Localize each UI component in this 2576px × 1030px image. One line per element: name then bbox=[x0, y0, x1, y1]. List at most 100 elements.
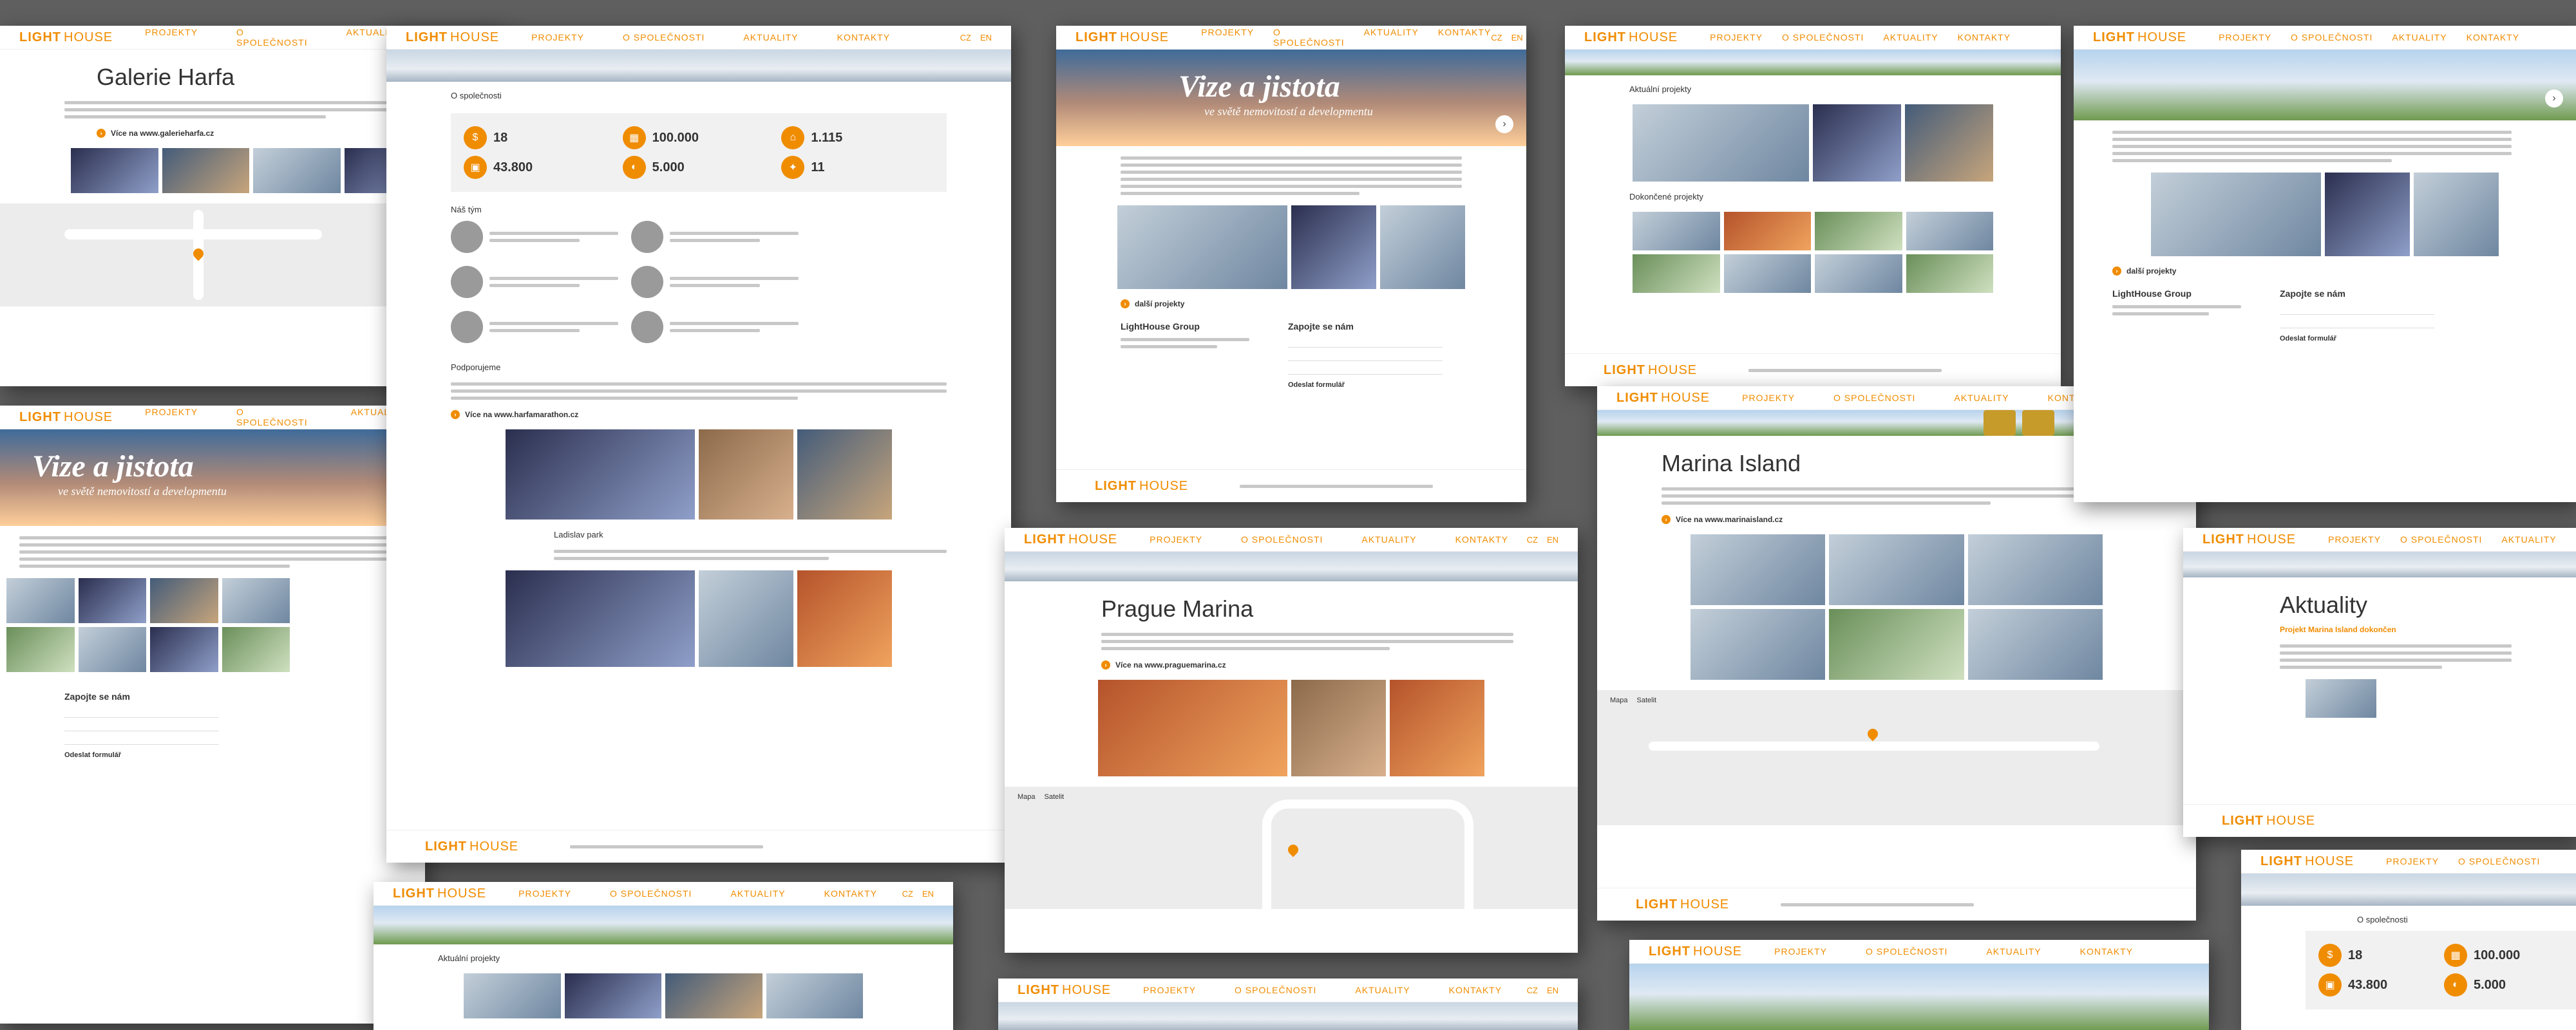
gallery-photo[interactable] bbox=[1723, 212, 1811, 250]
menu-projekty[interactable]: PROJEKTY bbox=[145, 407, 198, 427]
gallery-photo[interactable] bbox=[6, 627, 75, 672]
menu-projekty[interactable]: PROJEKTY bbox=[1742, 393, 1795, 403]
external-link[interactable]: › Více na www.harfamarathon.cz bbox=[451, 410, 914, 419]
page-card-bottom-right[interactable]: LIGHT HOUSE PROJEKTY O SPOLEČNOSTI AKTUAL… bbox=[1629, 940, 2209, 1030]
external-link[interactable]: › Více na www.praguemarina.cz bbox=[1101, 660, 1481, 670]
gallery-photo[interactable] bbox=[1633, 212, 1720, 250]
next-arrow-icon[interactable]: › bbox=[2545, 89, 2563, 108]
page-card-prague-marina[interactable]: LIGHT HOUSE PROJEKTY O SPOLEČNOSTI AKTUAL… bbox=[1005, 528, 1578, 953]
location-map[interactable]: Mapa Satelit bbox=[1005, 787, 1578, 933]
gallery-photo[interactable] bbox=[464, 973, 561, 1018]
page-card-news[interactable]: LIGHT HOUSE PROJEKTY O SPOLEČNOSTI AKTUAL… bbox=[2183, 528, 2576, 837]
gallery-photo[interactable] bbox=[2414, 173, 2499, 256]
gallery-photo[interactable] bbox=[2151, 173, 2321, 256]
menu-aktuality[interactable]: AKTUALITY bbox=[743, 32, 798, 42]
satellite-tab[interactable]: Satelit bbox=[1637, 697, 1657, 704]
gallery-photo[interactable] bbox=[1380, 205, 1465, 289]
gallery-photo[interactable] bbox=[564, 973, 661, 1018]
gallery-photo[interactable] bbox=[222, 627, 290, 672]
gallery-photo[interactable] bbox=[1815, 212, 1902, 250]
gallery-photo[interactable] bbox=[1905, 104, 1993, 182]
lang-cz[interactable]: CZ bbox=[960, 33, 971, 42]
menu-o-spolecnosti[interactable]: O SPOLEČNOSTI bbox=[610, 888, 692, 899]
satellite-tab[interactable]: Satelit bbox=[1045, 793, 1065, 801]
gallery-photo[interactable] bbox=[797, 429, 892, 520]
gallery-photo[interactable] bbox=[766, 973, 863, 1018]
menu-o-spolecnosti[interactable]: O SPOLEČNOSTI bbox=[1833, 393, 1915, 403]
gallery-photo[interactable] bbox=[665, 973, 762, 1018]
menu-projekty[interactable]: PROJEKTY bbox=[2386, 856, 2439, 866]
gallery-photo[interactable] bbox=[1967, 609, 2103, 680]
menu-aktuality[interactable]: AKTUALITY bbox=[730, 888, 785, 899]
menu-o-spolecnosti[interactable]: O SPOLEČNOSTI bbox=[236, 27, 308, 48]
lang-cz[interactable]: CZ bbox=[902, 889, 913, 899]
menu-o-spolecnosti[interactable]: O SPOLEČNOSTI bbox=[236, 407, 312, 427]
lighthouse-logo[interactable]: LIGHT HOUSE bbox=[2260, 854, 2354, 869]
lang-cz[interactable]: CZ bbox=[1527, 535, 1538, 545]
menu-projekty[interactable]: PROJEKTY bbox=[145, 27, 198, 48]
lang-en[interactable]: EN bbox=[1547, 535, 1558, 545]
gallery-photo[interactable] bbox=[506, 570, 695, 667]
footer-logo[interactable]: LIGHT HOUSE bbox=[2222, 814, 2315, 829]
gallery-photo[interactable] bbox=[797, 570, 892, 667]
lang-en[interactable]: EN bbox=[1511, 33, 1523, 42]
lang-en[interactable]: EN bbox=[980, 33, 992, 42]
external-link[interactable]: › Více na www.marinaisland.cz bbox=[1662, 515, 2099, 524]
footer-logo[interactable]: LIGHT HOUSE bbox=[1604, 363, 1697, 378]
gallery-photo[interactable] bbox=[699, 570, 793, 667]
page-card-homepage-right[interactable]: LIGHT HOUSE PROJEKTY O SPOLEČNOSTI AKTUAL… bbox=[2074, 26, 2576, 502]
menu-projekty[interactable]: PROJEKTY bbox=[2328, 534, 2381, 545]
page-card-projects[interactable]: LIGHT HOUSE PROJEKTY O SPOLEČNOSTI AKTUAL… bbox=[1565, 26, 2061, 386]
gallery-photo[interactable] bbox=[1829, 609, 1964, 680]
menu-kontakty[interactable]: KONTAKTY bbox=[824, 888, 877, 899]
menu-projekty[interactable]: PROJEKTY bbox=[1774, 946, 1827, 957]
lighthouse-logo[interactable]: LIGHT HOUSE bbox=[1024, 532, 1117, 547]
lighthouse-logo[interactable]: LIGHT HOUSE bbox=[1018, 983, 1111, 998]
menu-o-spolecnosti[interactable]: O SPOLEČNOSTI bbox=[623, 32, 705, 42]
menu-o-spolecnosti[interactable]: O SPOLEČNOSTI bbox=[2400, 534, 2482, 545]
lang-cz[interactable]: CZ bbox=[1527, 986, 1538, 995]
gallery-photo[interactable] bbox=[162, 148, 249, 193]
gallery-photo[interactable] bbox=[1690, 609, 1826, 680]
gallery-photo[interactable] bbox=[1829, 534, 1964, 605]
gallery-photo[interactable] bbox=[1815, 254, 1902, 293]
gallery-photo[interactable] bbox=[1390, 680, 1484, 776]
map-tab[interactable]: Mapa bbox=[1610, 697, 1628, 704]
gallery-photo[interactable] bbox=[699, 429, 793, 520]
menu-aktuality[interactable]: AKTUALITY bbox=[1355, 985, 1410, 995]
lang-en[interactable]: EN bbox=[922, 889, 934, 899]
next-arrow-icon[interactable]: › bbox=[1495, 115, 1513, 133]
menu-aktuality[interactable]: AKTUALITY bbox=[1364, 27, 1419, 48]
lighthouse-logo[interactable]: LIGHT HOUSE bbox=[1075, 30, 1169, 45]
page-card-about[interactable]: LIGHT HOUSE PROJEKTY O SPOLEČNOSTI AKTUAL… bbox=[386, 26, 1011, 863]
gallery-photo[interactable] bbox=[1117, 205, 1287, 289]
menu-aktuality[interactable]: AKTUALITY bbox=[1954, 393, 2009, 403]
lighthouse-logo[interactable]: LIGHT HOUSE bbox=[19, 30, 113, 45]
gallery-photo[interactable] bbox=[1098, 680, 1287, 776]
menu-kontakty[interactable]: KONTAKTY bbox=[2080, 946, 2133, 957]
menu-kontakty[interactable]: KONTAKTY bbox=[1958, 32, 2011, 42]
menu-o-spolecnosti[interactable]: O SPOLEČNOSTI bbox=[2291, 32, 2372, 42]
gallery-photo[interactable] bbox=[1723, 254, 1811, 293]
menu-kontakty[interactable]: KONTAKTY bbox=[1438, 27, 1491, 48]
gallery-photo[interactable] bbox=[1906, 254, 1993, 293]
lang-cz[interactable]: CZ bbox=[1491, 33, 1502, 42]
gallery-photo[interactable] bbox=[150, 627, 218, 672]
menu-o-spolecnosti[interactable]: O SPOLEČNOSTI bbox=[1782, 32, 1864, 42]
form-field[interactable] bbox=[2280, 305, 2434, 315]
gallery-photo[interactable] bbox=[1690, 534, 1826, 605]
form-field[interactable] bbox=[64, 722, 219, 731]
menu-projekty[interactable]: PROJEKTY bbox=[1201, 27, 1254, 48]
menu-o-spolecnosti[interactable]: O SPOLEČNOSTI bbox=[1273, 27, 1345, 48]
menu-projekty[interactable]: PROJEKTY bbox=[531, 32, 584, 42]
gallery-photo[interactable] bbox=[150, 578, 218, 623]
gallery-photo[interactable] bbox=[1633, 254, 1720, 293]
gallery-photo[interactable] bbox=[506, 429, 695, 520]
more-projects-link[interactable]: › další projekty bbox=[1121, 299, 1430, 308]
map-tab[interactable]: Mapa bbox=[1018, 793, 1036, 801]
external-link[interactable]: › Více na www.galerieharfa.cz bbox=[97, 129, 406, 138]
menu-aktuality[interactable]: AKTUALITY bbox=[1986, 946, 2041, 957]
menu-projekty[interactable]: PROJEKTY bbox=[2219, 32, 2271, 42]
gallery-photo[interactable] bbox=[71, 148, 158, 193]
form-field[interactable] bbox=[1288, 338, 1443, 348]
